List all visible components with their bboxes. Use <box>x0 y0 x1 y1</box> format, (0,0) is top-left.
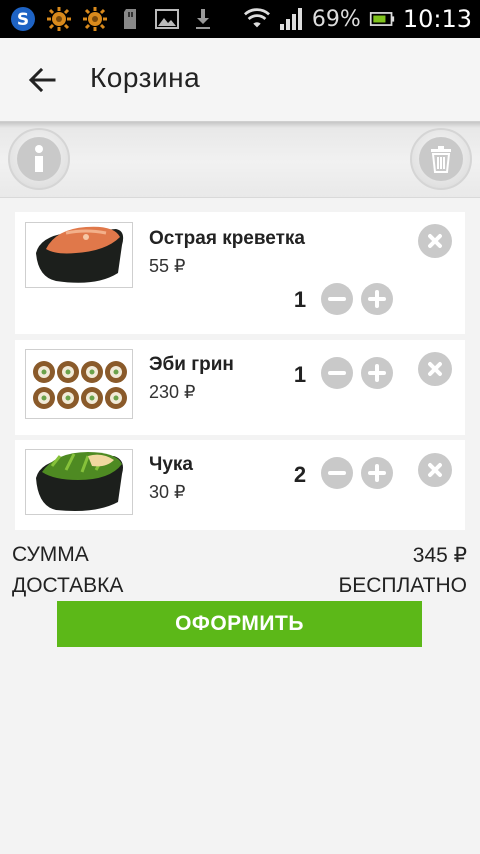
clear-cart-button[interactable] <box>410 128 472 190</box>
sum-value: 345 ₽ <box>412 544 467 567</box>
status-bar: S 69% 10:13 <box>0 0 480 38</box>
skype-icon: S <box>10 6 36 32</box>
product-image <box>25 222 133 288</box>
increase-quantity-button[interactable] <box>361 283 393 315</box>
delivery-value: БЕСПЛАТНО <box>338 574 467 597</box>
info-icon <box>17 137 61 181</box>
download-icon <box>190 6 216 32</box>
cart-item: Эби грин 230 ₽ 1 <box>15 340 465 435</box>
svg-text:S: S <box>17 10 29 30</box>
delivery-row: ДОСТАВКА БЕСПЛАТНО <box>12 574 467 598</box>
product-image <box>25 349 133 419</box>
sum-label: СУММА <box>12 543 89 566</box>
checkout-button[interactable]: ОФОРМИТЬ <box>57 601 422 647</box>
delivery-label: ДОСТАВКА <box>12 574 124 597</box>
item-quantity: 2 <box>293 462 307 487</box>
sun-icon <box>82 6 108 32</box>
notification-icons: S <box>10 6 216 32</box>
cart-item: Чука 30 ₽ 2 <box>15 440 465 530</box>
sun-icon <box>46 6 72 32</box>
system-indicators: 69% 10:13 <box>243 4 472 34</box>
remove-item-button[interactable] <box>418 224 452 258</box>
remove-item-button[interactable] <box>418 453 452 487</box>
remove-item-button[interactable] <box>418 352 452 386</box>
signal-icon <box>278 6 304 32</box>
product-image <box>25 449 133 515</box>
item-price: 230 ₽ <box>149 382 196 402</box>
decrease-quantity-button[interactable] <box>321 283 353 315</box>
trash-icon <box>419 137 463 181</box>
sd-card-icon <box>118 6 144 32</box>
decrease-quantity-button[interactable] <box>321 457 353 489</box>
item-name: Чука <box>149 454 193 475</box>
item-name: Эби грин <box>149 354 234 375</box>
increase-quantity-button[interactable] <box>361 357 393 389</box>
item-price: 55 ₽ <box>149 256 186 276</box>
clock: 10:13 <box>402 5 472 33</box>
back-button[interactable] <box>24 62 60 98</box>
item-price: 30 ₽ <box>149 482 186 502</box>
battery-icon <box>369 6 395 32</box>
page-title: Корзина <box>90 62 201 93</box>
item-quantity: 1 <box>293 287 307 312</box>
app-bar: Корзина <box>0 38 480 122</box>
arrow-left-icon <box>28 67 56 93</box>
info-button[interactable] <box>8 128 70 190</box>
cart-item: Острая креветка 55 ₽ 1 <box>15 212 465 334</box>
battery-percent: 69% <box>311 6 361 32</box>
decrease-quantity-button[interactable] <box>321 357 353 389</box>
item-quantity: 1 <box>293 362 307 387</box>
cart-toolbar <box>0 122 480 198</box>
sum-row: СУММА 345 ₽ <box>12 543 467 568</box>
wifi-icon <box>243 6 270 32</box>
image-icon <box>154 6 180 32</box>
item-name: Острая креветка <box>149 228 305 249</box>
increase-quantity-button[interactable] <box>361 457 393 489</box>
